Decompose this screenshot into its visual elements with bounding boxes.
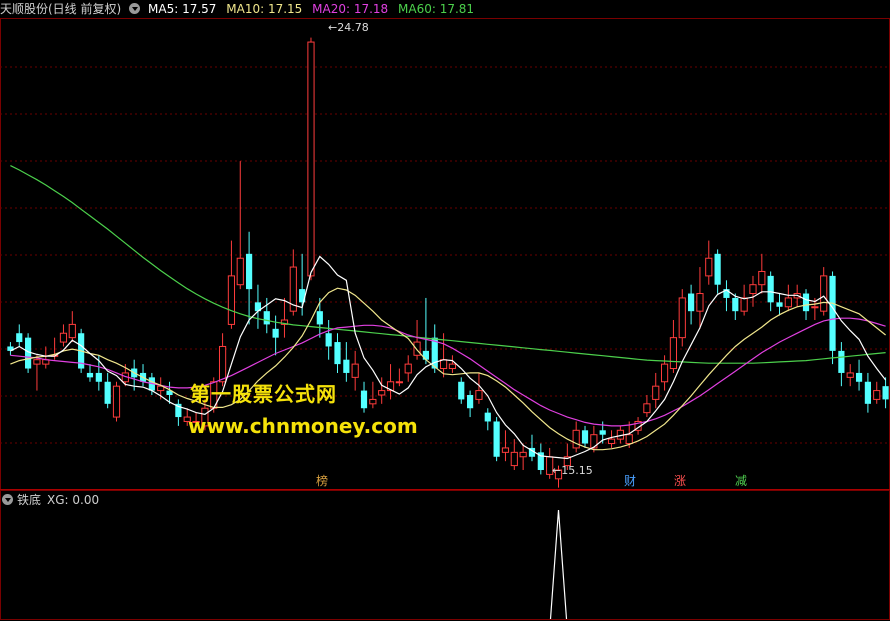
kline-chart[interactable] [0,0,890,621]
candle-body-down [732,297,739,312]
ma5-label: MA5: 17.57 [148,2,217,16]
indicator-panel-frame [0,490,890,620]
chart-header: 天顺股份(日线 前复权) MA5: 17.57 MA10: 17.15 MA20… [0,0,480,18]
candle-body-down [360,390,368,409]
candle-body-down [246,253,253,290]
candle-body-up [68,323,76,339]
watermark-title: 第一股票公式网 [190,382,337,406]
candle-body-up [218,345,227,383]
candle-body-up [404,363,412,374]
ma20-line [10,317,886,427]
candle-body-up [820,275,828,312]
candle-body-down [467,395,474,409]
candle-body-down [272,328,279,338]
ma60-label: MA60: 17.81 [398,2,475,16]
candle-body-up [607,438,616,445]
candle-body-down [316,311,323,325]
event-tag-zhang[interactable]: 涨 [672,473,688,489]
main-panel-frame [0,18,890,490]
candle-body-down [776,302,783,307]
candle-body-down [484,412,491,422]
ma10-label: MA10: 17.15 [226,2,303,16]
candle-body-up [625,434,633,445]
candle-body-down [599,430,606,435]
candle-body-down [838,350,845,373]
candle-body-down [86,372,94,378]
ma60-line [10,165,886,364]
candle-body-up [873,390,881,400]
candle-body-down [343,359,350,373]
candle-body-up [758,270,766,286]
candle-body-up [112,385,121,418]
candle-body-up [572,429,580,449]
candle-body-down [25,337,32,369]
candle-body-down [767,275,774,303]
candle-body-up [519,451,527,458]
candle-body-down [334,342,341,365]
candle-body-up [475,390,483,400]
watermark-url: www.chnmoney.com [188,414,418,438]
candle-body-down [864,381,871,404]
ma10-line [10,287,886,451]
candle-body-up [59,332,68,343]
candle-body-up [307,41,315,277]
candle-body-down [829,275,836,351]
candle-body-down [263,311,270,325]
candle-body-up [369,398,377,405]
candle-body-up [678,297,686,339]
indicator-collapse-icon[interactable] [2,494,13,505]
candle-body-up [439,359,448,370]
candle-body-down [855,372,863,382]
candle-body-up [846,372,854,378]
indicator-name[interactable]: 铁底 [17,493,41,507]
candle-body-up [510,451,518,467]
candle-body-up [395,381,403,384]
candle-body-down [422,350,429,360]
candle-body-up [740,297,748,312]
candle-body-up [705,257,713,277]
event-tag-bang[interactable]: 榜 [314,473,330,489]
candle-body-down [104,381,111,404]
candle-body-down [458,381,465,400]
candle-body-up [236,257,244,286]
indicator-header: 铁底 XG: 0.00 [0,492,99,508]
candle-body-up [784,297,792,308]
candle-body-down [882,386,889,400]
stock-title[interactable]: 天顺股份(日线 前复权) [0,2,121,16]
candle-body-down [688,293,695,312]
ma20-label: MA20: 17.18 [312,2,389,16]
indicator-value: XG: 0.00 [47,493,100,507]
candle-body-up [669,337,678,370]
candle-body-down [581,430,589,444]
candle-body-down [802,293,810,312]
candle-body-down [714,253,721,285]
candle-body-up [811,306,819,309]
candle-body-down [493,421,500,457]
candle-body-up [643,403,651,414]
event-tag-jian[interactable]: 减 [733,473,749,489]
candle-body-up [33,359,41,365]
candle-body-up [413,341,421,356]
candle-body-up [696,293,704,312]
candle-body-up [501,447,510,453]
collapse-icon[interactable] [129,3,141,14]
candle-body-up [652,385,660,400]
candle-body-up [351,363,359,378]
candle-body-down [16,333,23,343]
low-price-label: ←15.15 [552,464,593,477]
event-tag-cai[interactable]: 财 [622,473,638,489]
candle-body-up [749,284,757,295]
candle-body-down [95,372,102,382]
candle-body-up [660,363,669,383]
candle-body-up [448,363,457,370]
candle-body-down [325,333,332,347]
candle-body-up [227,275,236,325]
high-price-label: ←24.78 [328,21,369,34]
indicator-xg-signal [549,509,568,620]
candle-body-up [378,390,386,396]
